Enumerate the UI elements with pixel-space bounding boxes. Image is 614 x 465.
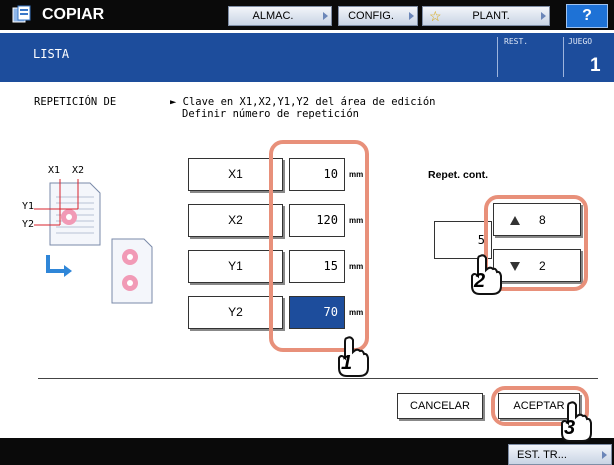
cancel-button[interactable]: CANCELAR	[397, 393, 483, 419]
instruction-line-2: Definir número de repetición	[182, 108, 360, 120]
sets-label: JUEGO	[568, 37, 593, 46]
app-title: COPIAR	[42, 6, 105, 23]
instruction-line-1: ► Clave en X1,X2,Y1,Y2 del área de edici…	[170, 96, 436, 108]
star-icon: ☆	[429, 8, 442, 24]
pointer-hand-icon: 1	[333, 336, 373, 383]
step-number-2: 2	[474, 270, 486, 292]
title-bar: LISTA REST. JUEGO 1	[0, 33, 614, 82]
config-button-label: CONFIG.	[348, 10, 394, 22]
repeat-count-label: Repet. cont.	[428, 169, 489, 181]
repeat-diagram: X1 X2 Y1 Y2	[20, 165, 170, 310]
template-button[interactable]: ☆ PLANT.	[422, 6, 550, 26]
diagram-x2-label: X2	[72, 165, 85, 176]
chevron-right-icon	[409, 12, 414, 20]
top-bar: COPIAR ALMAC. CONFIG. ☆ PLANT. ?	[0, 0, 614, 30]
config-button[interactable]: CONFIG.	[338, 6, 418, 26]
store-button-label: ALMAC.	[252, 10, 294, 22]
chevron-right-icon	[541, 12, 546, 20]
template-button-label: PLANT.	[472, 10, 510, 22]
step-number-3: 3	[564, 417, 576, 439]
page-title: LISTA	[33, 47, 70, 61]
diagram-y1-label: Y1	[22, 201, 35, 212]
callout-highlight-values	[269, 140, 369, 352]
diagram-y2-label: Y2	[22, 219, 35, 230]
sets-value: 1	[590, 55, 601, 76]
chevron-right-icon	[602, 451, 607, 459]
chevron-right-icon	[323, 12, 328, 20]
step-number-1: 1	[341, 352, 353, 374]
help-button[interactable]: ?	[566, 4, 608, 28]
job-status-label: EST. TR...	[517, 449, 567, 461]
document-repeat-illustration	[34, 179, 153, 304]
diagram-x1-label: X1	[48, 165, 61, 176]
pointer-hand-icon: 2	[466, 254, 506, 301]
divider-line	[38, 378, 598, 379]
repeat-label: REPETICIÓN DE	[34, 96, 117, 108]
copy-icon	[12, 5, 31, 23]
pointer-hand-icon: 3	[556, 401, 596, 448]
divider	[563, 37, 564, 77]
instruction-text: ► Clave en X1,X2,Y1,Y2 del área de edici…	[170, 96, 436, 120]
divider	[497, 37, 498, 77]
rest-label: REST.	[504, 37, 529, 46]
store-button[interactable]: ALMAC.	[228, 6, 332, 26]
